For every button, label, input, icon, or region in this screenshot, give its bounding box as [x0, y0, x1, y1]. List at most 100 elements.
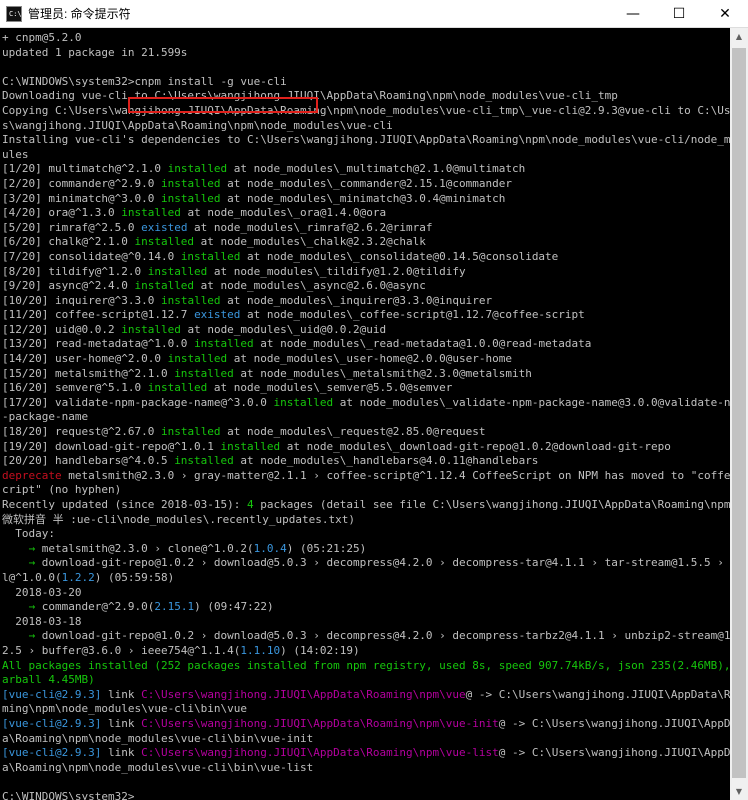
console-text-segment: existed	[141, 220, 188, 234]
console-text-segment: C:\Users\wangjihong.JIUQI\AppData\Roamin…	[141, 746, 499, 760]
minimize-button[interactable]: —	[610, 0, 656, 28]
console-text-segment: [7/20] consolidate@^0.14.0	[2, 249, 181, 263]
console-text-segment: Recently updated (since 2018-03-15):	[2, 498, 248, 511]
console-line: 2018-03-20	[2, 586, 730, 601]
console-line: → commander@^2.9.0(2.15.1) (09:47:22)	[2, 600, 730, 615]
console-line: → download-git-repo@1.0.2 › download@5.0…	[2, 556, 730, 571]
console-text-segment: [9/20] async@^2.4.0	[2, 279, 135, 293]
console-text-segment: [17/20] validate-npm-package-name@^3.0.0	[2, 395, 274, 409]
console-text-segment: C:\Users\wangjihong.JIUQI\AppData\Roamin…	[141, 687, 466, 701]
console-text-segment: →	[2, 629, 42, 643]
title-bar[interactable]: C:\ 管理员: 命令提示符 — ☐ ✕	[0, 0, 748, 28]
close-button[interactable]: ✕	[702, 0, 748, 28]
console-line: [11/20] coffee-script@1.12.7 existed at …	[2, 308, 730, 323]
console-line: [6/20] chalk@^2.1.0 installed at node_mo…	[2, 235, 730, 250]
console-text-segment: ) (05:21:25)	[286, 541, 367, 555]
console-line: Today:	[2, 527, 730, 542]
console-text-segment: installed	[174, 366, 234, 380]
scroll-up-arrow-icon[interactable]: ▲	[730, 28, 748, 45]
console-line: cript" (no hyphen)	[2, 483, 730, 498]
console-text-segment: installed	[147, 381, 208, 395]
console-text-segment: at node_modules\_commander@2.15.1@comman…	[220, 176, 512, 190]
console-line: All packages installed (252 packages ins…	[2, 659, 730, 674]
console-text-segment: installed	[160, 176, 221, 190]
window-title: 管理员: 命令提示符	[28, 7, 131, 21]
console-line: [2/20] commander@^2.9.0 installed at nod…	[2, 177, 730, 192]
console-line: C:\WINDOWS\system32>	[2, 790, 730, 800]
scroll-down-arrow-icon[interactable]: ▼	[730, 783, 748, 800]
console-line: deprecate metalsmith@2.3.0 › gray-matter…	[2, 469, 730, 484]
console-text-segment: cript" (no hyphen)	[2, 483, 122, 497]
console-line: [vue-cli@2.9.3] link C:\Users\wangjihong…	[2, 688, 730, 703]
console-text-segment: at node_modules\_async@2.6.0@async	[194, 279, 426, 293]
console-line: [8/20] tildify@^1.2.0 installed at node_…	[2, 265, 730, 280]
console-text-segment: 2.15.1	[154, 600, 195, 614]
console-line: [14/20] user-home@^2.0.0 installed at no…	[2, 352, 730, 367]
console-line: [4/20] ora@^1.3.0 installed at node_modu…	[2, 206, 730, 221]
console-line: a\Roaming\npm\node_modules\vue-cli\bin\v…	[2, 761, 730, 776]
console-line: [3/20] minimatch@^3.0.0 installed at nod…	[2, 192, 730, 207]
console-text-segment: →	[2, 556, 42, 570]
console-text-segment: 2018-03-20	[2, 585, 82, 599]
console-text-segment: @ -> C:\Users\wangjihong.JIUQI\AppDat	[498, 746, 730, 760]
console-line: Copying C:\Users\wangjihong.JIUQI\AppDat…	[2, 104, 730, 119]
console-line: [13/20] read-metadata@^1.0.0 installed a…	[2, 337, 730, 352]
console-line: [19/20] download-git-repo@^1.0.1 install…	[2, 440, 730, 455]
console-line: [20/20] handlebars@^4.0.5 installed at n…	[2, 454, 730, 469]
console-text-segment: installed	[160, 425, 221, 439]
console-line: + cnpm@5.2.0	[2, 31, 730, 46]
console-text-segment: ) (05:59:58)	[94, 570, 175, 584]
console-text-segment: at node_modules\_chalk@2.3.2@chalk	[194, 235, 426, 249]
console-text-segment: 2018-03-18	[2, 614, 82, 628]
console-text-segment: →	[2, 541, 42, 555]
console-text-segment: C:\Users\wangjihong.JIUQI\AppData\Roamin…	[141, 716, 499, 730]
console-text-segment: [15/20] metalsmith@^2.1.0	[2, 366, 175, 380]
console-text-segment: [6/20] chalk@^2.1.0	[2, 235, 135, 249]
console-text-segment: 2.5 › buffer@3.6.0 › ieee754@^1.1.4(	[2, 643, 241, 657]
console-text-segment: at node_modules\_user-home@2.0.0@user-ho…	[227, 352, 512, 366]
console-line: [9/20] async@^2.4.0 installed at node_mo…	[2, 279, 730, 294]
console-line: [16/20] semver@^5.1.0 installed at node_…	[2, 381, 730, 396]
console-text-segment: at node_modules\_metalsmith@2.3.0@metals…	[233, 366, 532, 380]
console-line: 微软拼音 半 :ue-cli\node_modules\.recently_up…	[2, 513, 730, 528]
console-text-segment: [vue-cli@2.9.3]	[2, 746, 102, 760]
console-line: [vue-cli@2.9.3] link C:\Users\wangjihong…	[2, 746, 730, 761]
console-text-segment: at node_modules\_validate-npm-package-na…	[333, 395, 730, 409]
console-text-segment: [5/20] rimraf@^2.5.0	[2, 220, 142, 234]
console-text-segment: installed	[160, 191, 221, 205]
console-text-segment: [vue-cli@2.9.3]	[2, 716, 102, 730]
console-line: 2.5 › buffer@3.6.0 › ieee754@^1.1.4(1.1.…	[2, 644, 730, 659]
console-text-segment: [13/20] read-metadata@^1.0.0	[2, 337, 195, 351]
console-line: [12/20] uid@0.0.2 installed at node_modu…	[2, 323, 730, 338]
console-line: a\Roaming\npm\node_modules\vue-cli\bin\v…	[2, 732, 730, 747]
console-text-segment: at node_modules\_coffee-script@1.12.7@co…	[240, 308, 585, 322]
console-line: ules	[2, 148, 730, 163]
console-text-segment: deprecate	[2, 468, 62, 482]
console-text-segment: at node_modules\_semver@5.5.0@semver	[207, 381, 453, 395]
console-text-segment: 微软拼音 半 :ue-cli\node_modules\.recently_up…	[2, 512, 356, 526]
console-text-segment: [16/20] semver@^5.1.0	[2, 381, 148, 395]
console-line: updated 1 package in 21.599s	[2, 46, 730, 61]
console-text-segment: installed	[134, 279, 195, 293]
console-text-segment: [14/20] user-home@^2.0.0	[2, 352, 168, 366]
console-text-segment: ) (09:47:22)	[194, 600, 274, 614]
scroll-thumb[interactable]	[732, 48, 746, 778]
console-text-segment: arball 4.45MB)	[2, 673, 95, 687]
console-line: [vue-cli@2.9.3] link C:\Users\wangjihong…	[2, 717, 730, 732]
console-text-segment: Today:	[2, 527, 55, 541]
console-line: [1/20] multimatch@^2.1.0 installed at no…	[2, 162, 730, 177]
console-text-segment: @ -> C:\Users\wangjihong.JIUQI\AppDat	[498, 716, 730, 730]
console-output[interactable]: + cnpm@5.2.0 updated 1 package in 21.599s…	[0, 28, 730, 800]
console-text-segment: link	[101, 716, 142, 730]
maximize-button[interactable]: ☐	[656, 0, 702, 28]
vertical-scrollbar[interactable]: ▲ ▼	[730, 28, 748, 800]
console-text-segment: [12/20] uid@0.0.2	[2, 322, 122, 336]
console-text-segment: at node_modules\_download-git-repo@1.0.2…	[280, 439, 671, 453]
console-text-segment: at node_modules\_read-metadata@1.0.0@rea…	[253, 337, 592, 351]
console-text-segment: at node_modules\_handlebars@4.0.11@handl…	[233, 454, 539, 468]
console-text-segment: download-git-repo@1.0.2 › download@5.0.3…	[41, 556, 730, 570]
console-text-segment: [4/20] ora@^1.3.0	[2, 206, 122, 220]
console-text-segment: at node_modules\_ora@1.4.0@ora	[180, 206, 387, 220]
console-text-segment: installed	[180, 249, 241, 263]
